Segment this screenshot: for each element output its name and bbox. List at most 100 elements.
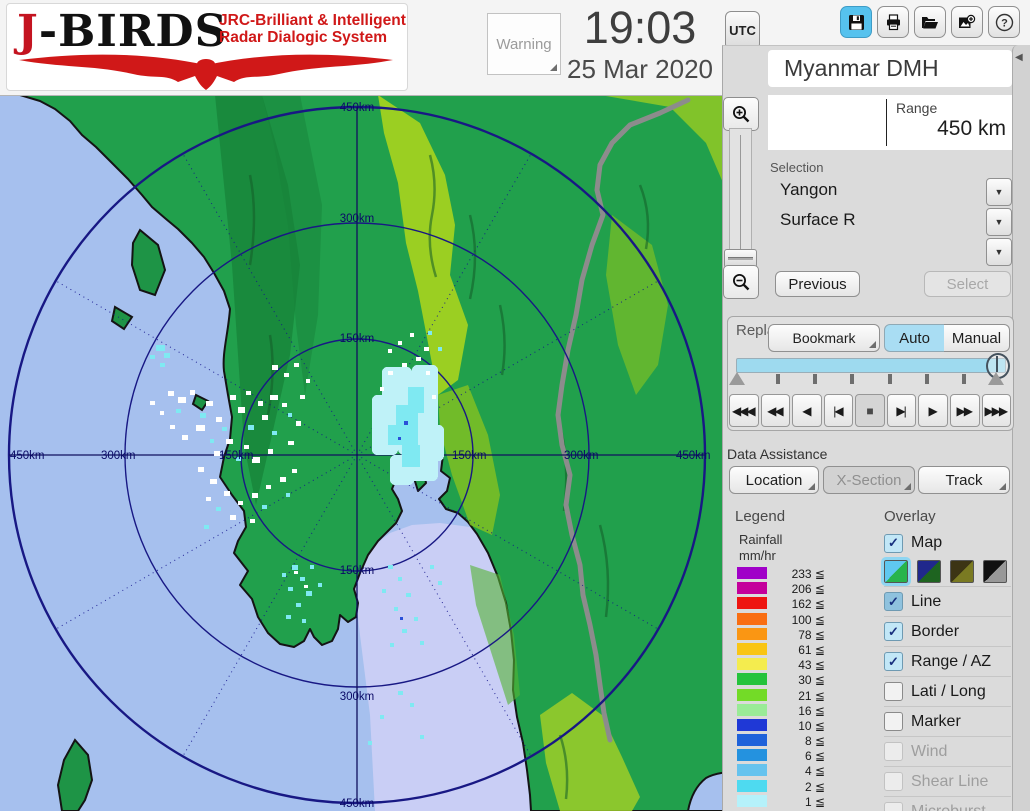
legend-color-swatch	[737, 582, 767, 595]
overlay-item-map[interactable]: ✓ Map	[884, 530, 1011, 556]
legend-color-swatch	[737, 597, 767, 610]
fast-forward-button[interactable]: ▶▶	[949, 394, 980, 427]
checkbox[interactable]: ✓	[884, 592, 903, 611]
legend-entry: 8 ≦	[737, 733, 825, 748]
map-zoom-control	[723, 97, 759, 299]
auto-button[interactable]: Auto	[884, 324, 945, 352]
chevron-down-icon[interactable]: ▼	[986, 178, 1012, 206]
radar-map[interactable]: 450km 300km 150km 150km 300km 450km 450k…	[0, 94, 758, 811]
jump-end-button[interactable]: ▶▶▶	[981, 394, 1012, 427]
save-button[interactable]	[840, 6, 872, 38]
print-button[interactable]	[877, 6, 909, 38]
legend-entry: 78 ≦	[737, 627, 825, 642]
map-style-black-gray-swatch[interactable]	[983, 559, 1007, 583]
checkbox[interactable]: ✓	[884, 533, 903, 553]
ring-label: 150km	[219, 450, 254, 462]
overlay-item-label: Wind	[911, 742, 948, 760]
selection-dropdown-2[interactable]: Surface R ▼	[770, 208, 1012, 236]
capture-button[interactable]	[951, 6, 983, 38]
overlay-label: Overlay	[884, 508, 936, 525]
warning-button[interactable]: Warning	[487, 13, 561, 75]
legend-threshold: 6 ≦	[804, 749, 825, 764]
zoom-out-button[interactable]	[723, 265, 759, 299]
jump-start-button[interactable]: ◀◀◀	[729, 394, 759, 427]
replay-timeline-slider[interactable]	[736, 358, 1006, 373]
warning-label: Warning	[496, 35, 552, 53]
data-assistance-label: Data Assistance	[727, 446, 828, 462]
legend-threshold: 206 ≦	[791, 582, 825, 597]
track-button[interactable]: Track	[918, 466, 1010, 494]
timeline-start-marker[interactable]	[729, 372, 745, 385]
jbirds-app: 450km 300km 150km 150km 300km 450km 450k…	[0, 0, 1030, 811]
panel-collapse-strip[interactable]	[1012, 45, 1030, 811]
overlay-item-border[interactable]: ✓ Border	[884, 616, 1011, 646]
range-box: Range 450 km	[768, 95, 1012, 150]
fast-rewind-button[interactable]: ◀◀	[760, 394, 791, 427]
legend-color-swatch	[737, 658, 767, 671]
legend-threshold: 233 ≦	[791, 567, 825, 581]
selection-dropdown-1[interactable]: Yangon ▼	[770, 178, 1012, 206]
checkbox[interactable]	[884, 712, 903, 731]
open-folder-button[interactable]	[914, 6, 946, 38]
bookmark-label: Bookmark	[792, 330, 856, 346]
select-button[interactable]: Select	[924, 271, 1011, 297]
legend-color-swatch	[737, 612, 767, 625]
manual-button[interactable]: Manual	[944, 324, 1010, 352]
timeline-tick	[776, 374, 780, 384]
overlay-item-range-az[interactable]: ✓ Range / AZ	[884, 646, 1011, 676]
legend-color-swatch	[737, 703, 767, 716]
legend-threshold: 30 ≦	[798, 673, 825, 688]
legend-threshold: 8 ≦	[804, 734, 825, 749]
checkbox[interactable]: ✓	[884, 622, 903, 641]
chevron-down-icon[interactable]: ▼	[986, 208, 1012, 236]
step-back-button[interactable]: |◀	[823, 394, 854, 427]
timeline-end-marker[interactable]	[988, 372, 1004, 385]
map-style-blue-green-swatch[interactable]	[881, 556, 911, 586]
legend-color-swatch	[737, 567, 767, 579]
corner-grip-icon	[869, 341, 876, 348]
checkbox[interactable]: ✓	[884, 652, 903, 671]
overlay-item-lati-long[interactable]: Lati / Long	[884, 676, 1011, 706]
selection-dropdown-3[interactable]: ▼	[770, 238, 1012, 266]
legend-color-swatch	[737, 764, 767, 777]
legend-entry: 30 ≦	[737, 672, 825, 687]
location-button[interactable]: Location	[729, 466, 819, 494]
checkbox	[884, 802, 903, 811]
legend-threshold: 61 ≦	[798, 642, 825, 657]
overlay-item-marker[interactable]: Marker	[884, 706, 1011, 736]
overlay-item-shear-line: Shear Line	[884, 766, 1011, 796]
step-forward-button[interactable]: ▶|	[886, 394, 917, 427]
legend-color-swatch	[737, 688, 767, 701]
button-label: Location	[745, 471, 803, 489]
map-style-navy-darkgreen-swatch[interactable]	[917, 559, 941, 583]
stop-button[interactable]: ■	[855, 394, 885, 427]
play-button[interactable]: ▶	[918, 394, 948, 427]
play-reverse-button[interactable]: ◀	[792, 394, 822, 427]
legend-entry: 162 ≦	[737, 596, 825, 611]
map-style-dark-olive-swatch[interactable]	[950, 559, 974, 583]
corner-grip-icon	[999, 483, 1006, 490]
checkbox[interactable]	[884, 682, 903, 701]
overlay-item-label: Marker	[911, 712, 961, 730]
timeline-tick	[888, 374, 892, 384]
zoom-in-button[interactable]	[723, 97, 759, 131]
help-button[interactable]: ?	[988, 6, 1020, 38]
overlay-item-label: Border	[911, 622, 960, 640]
zoom-in-icon	[733, 106, 750, 123]
logo-slogan: JRC-Brilliant & Intelligent Radar Dialog…	[219, 12, 406, 46]
corner-grip-icon	[904, 483, 911, 490]
overlay-item-line[interactable]: ✓ Line	[884, 586, 1011, 616]
previous-button[interactable]: Previous	[775, 271, 860, 297]
svg-text:?: ?	[1001, 17, 1008, 29]
legend-unit-line1: Rainfall	[739, 532, 783, 547]
bookmark-button[interactable]: Bookmark	[768, 324, 880, 352]
chevron-down-icon[interactable]: ▼	[986, 238, 1012, 266]
overlay-item-microburst: Microburst	[884, 796, 1011, 811]
collapse-arrow-icon[interactable]: ◀	[1015, 52, 1023, 63]
dropdown-value: Yangon	[780, 180, 838, 199]
x-section-button[interactable]: X-Section	[823, 466, 915, 494]
legend-entry: 206 ≦	[737, 581, 825, 596]
overlay-item-label: Lati / Long	[911, 682, 986, 700]
legend-threshold: 16 ≦	[798, 703, 825, 718]
legend-entry: 43 ≦	[737, 657, 825, 672]
